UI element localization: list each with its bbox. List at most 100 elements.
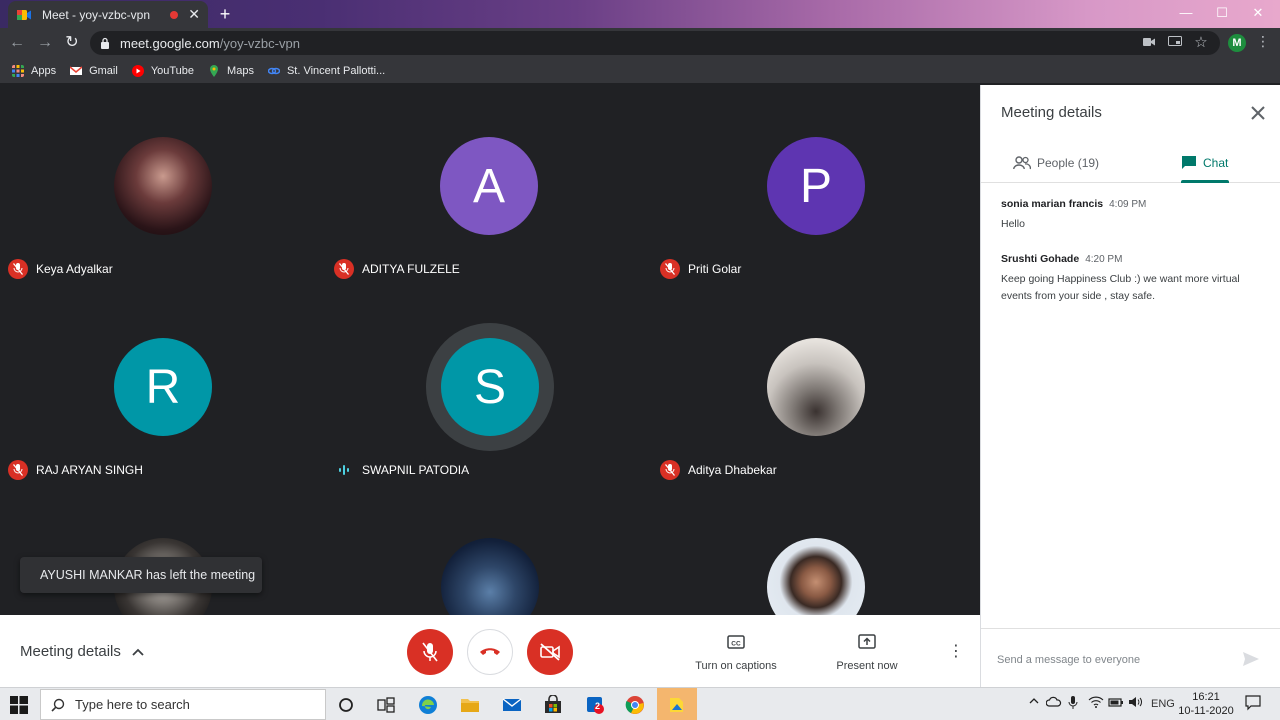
cast-icon[interactable] xyxy=(1166,34,1184,52)
camera-in-use-icon[interactable] xyxy=(1140,34,1158,52)
back-arrow-icon[interactable]: ← xyxy=(6,32,28,54)
camera-off-icon xyxy=(540,643,560,661)
leave-call-button[interactable] xyxy=(467,629,513,675)
notification-app-icon[interactable]: 2 xyxy=(583,693,607,717)
message-sender: Srushti Gohade xyxy=(1001,253,1080,265)
apps-grid-icon xyxy=(12,64,24,77)
bookmark-label: YouTube xyxy=(150,64,195,77)
camera-toggle-button[interactable] xyxy=(527,629,573,675)
taskbar-clock[interactable]: 16:21 10-11-2020 xyxy=(1178,690,1234,718)
clock-date: 10-11-2020 xyxy=(1178,705,1234,717)
bookmarks-bar: Apps Gmail YouTube Maps St. Vincent Pall… xyxy=(0,58,1280,84)
participant-tile[interactable]: A ADITYA FULZELE xyxy=(326,85,652,285)
participant-left-toast: AYUSHI MANKAR has left the meeting xyxy=(20,557,262,593)
more-options-icon[interactable]: ⋮ xyxy=(948,641,964,661)
message-sender: sonia marian francis xyxy=(1001,198,1104,210)
maps-icon xyxy=(210,64,219,77)
message-text: Hello xyxy=(1001,218,1025,230)
action-center-icon[interactable] xyxy=(1245,695,1261,714)
meeting-control-bar: Meeting details CC Turn on captions Pres… xyxy=(0,615,980,687)
participant-grid: Keya Adyalkar A ADITYA FULZELE P Priti G… xyxy=(0,85,980,615)
participant-tile[interactable]: Aditya Dhabekar xyxy=(652,285,978,485)
bookmark-youtube[interactable]: YouTube xyxy=(131,64,195,77)
participant-name-row: ADITYA FULZELE xyxy=(334,259,460,279)
bookmark-st-vincent[interactable]: St. Vincent Pallotti... xyxy=(267,65,385,77)
message-time: 4:20 PM xyxy=(1085,254,1123,265)
participant-tile[interactable]: S SWAPNIL PATODIA xyxy=(326,285,652,485)
volume-icon[interactable] xyxy=(1128,696,1144,711)
mail-icon[interactable] xyxy=(500,693,524,717)
participant-name-row: Priti Golar xyxy=(660,259,741,279)
wifi-icon[interactable] xyxy=(1088,696,1104,711)
meeting-details-button[interactable]: Meeting details xyxy=(20,643,145,660)
tab-chat[interactable]: Chat xyxy=(1181,143,1228,183)
participant-avatar: R xyxy=(114,338,212,436)
present-screen-icon xyxy=(858,634,876,649)
profile-avatar[interactable]: M xyxy=(1228,34,1246,52)
windows-start-icon[interactable] xyxy=(10,696,28,714)
microphone-tray-icon[interactable] xyxy=(1068,696,1078,713)
close-icon[interactable] xyxy=(1248,103,1268,123)
mic-off-icon xyxy=(660,259,680,279)
bookmark-maps[interactable]: Maps xyxy=(208,64,254,77)
tab-people[interactable]: People (19) xyxy=(1013,143,1099,183)
file-explorer-icon[interactable] xyxy=(458,693,482,717)
participant-tile[interactable]: P Priti Golar xyxy=(652,85,978,285)
present-now-button[interactable]: Present now xyxy=(832,633,902,672)
participant-tile[interactable] xyxy=(326,485,652,615)
bookmark-apps[interactable]: Apps xyxy=(12,64,56,77)
send-icon[interactable] xyxy=(1241,649,1261,669)
browser-menu-icon[interactable]: ⋮ xyxy=(1256,33,1270,50)
mic-off-icon xyxy=(334,259,354,279)
participant-name-row: RAJ ARYAN SINGH xyxy=(8,460,143,480)
search-placeholder: Type here to search xyxy=(75,697,190,712)
address-bar[interactable]: meet.google.com/yoy-vzbc-vpn xyxy=(90,31,1220,55)
participant-tile[interactable]: Keya Adyalkar xyxy=(0,85,326,285)
tab-close-icon[interactable]: ✕ xyxy=(188,6,200,23)
search-icon xyxy=(51,698,65,712)
participant-tile[interactable] xyxy=(0,485,326,615)
chat-message-input[interactable]: Send a message to everyone xyxy=(997,654,1140,666)
meeting-details-panel: Meeting details People (19) Chat sonia m… xyxy=(980,85,1280,687)
minimize-button[interactable]: — xyxy=(1168,0,1204,28)
edge-browser-icon[interactable] xyxy=(416,693,440,717)
captions-button[interactable]: CC Turn on captions xyxy=(692,633,780,672)
chat-message: sonia marian francis 4:09 PM Hello xyxy=(1001,194,1261,233)
participant-tile[interactable] xyxy=(652,485,978,615)
taskbar-search-box[interactable]: Type here to search xyxy=(40,689,326,720)
forward-arrow-icon[interactable]: → xyxy=(34,32,56,54)
youtube-icon xyxy=(131,64,144,77)
maximize-button[interactable]: ☐ xyxy=(1204,0,1240,28)
participant-avatar: S xyxy=(441,338,539,436)
cortana-icon[interactable] xyxy=(334,693,358,717)
participant-tile[interactable]: R RAJ ARYAN SINGH xyxy=(0,285,326,485)
panel-tabs: People (19) Chat xyxy=(981,143,1280,183)
participant-photo xyxy=(441,538,539,615)
show-hidden-icons[interactable] xyxy=(1028,696,1040,709)
message-text: Keep going Happiness Club :) we want mor… xyxy=(1001,273,1240,302)
reload-icon[interactable]: ↻ xyxy=(61,32,83,54)
browser-tabstrip: Meet - yoy-vzbc-vpn ✕ + — ☐ ✕ xyxy=(0,0,1280,28)
browser-tab[interactable]: Meet - yoy-vzbc-vpn ✕ xyxy=(8,1,208,28)
bookmark-star-icon[interactable]: ☆ xyxy=(1192,34,1210,52)
panel-title: Meeting details xyxy=(1001,104,1102,121)
message-time: 4:09 PM xyxy=(1109,199,1147,210)
link-icon xyxy=(267,67,280,74)
window-close-button[interactable]: ✕ xyxy=(1240,0,1276,28)
meeting-details-label: Meeting details xyxy=(20,643,121,660)
mic-toggle-button[interactable] xyxy=(407,629,453,675)
participant-avatar: A xyxy=(440,137,538,235)
battery-icon[interactable] xyxy=(1108,696,1124,711)
bookmark-label: Gmail xyxy=(89,64,118,77)
onedrive-icon[interactable] xyxy=(1045,696,1062,711)
chrome-icon[interactable] xyxy=(623,693,647,717)
recording-dot-icon xyxy=(170,10,179,19)
bookmark-gmail[interactable]: Gmail xyxy=(70,65,118,77)
new-tab-button[interactable]: + xyxy=(214,4,236,24)
language-indicator[interactable]: ENG xyxy=(1151,698,1175,710)
present-now-label: Present now xyxy=(836,660,898,672)
participant-name: ADITYA FULZELE xyxy=(362,262,460,276)
active-app-icon[interactable] xyxy=(657,688,697,720)
task-view-icon[interactable] xyxy=(374,693,398,717)
store-icon[interactable] xyxy=(541,693,565,717)
